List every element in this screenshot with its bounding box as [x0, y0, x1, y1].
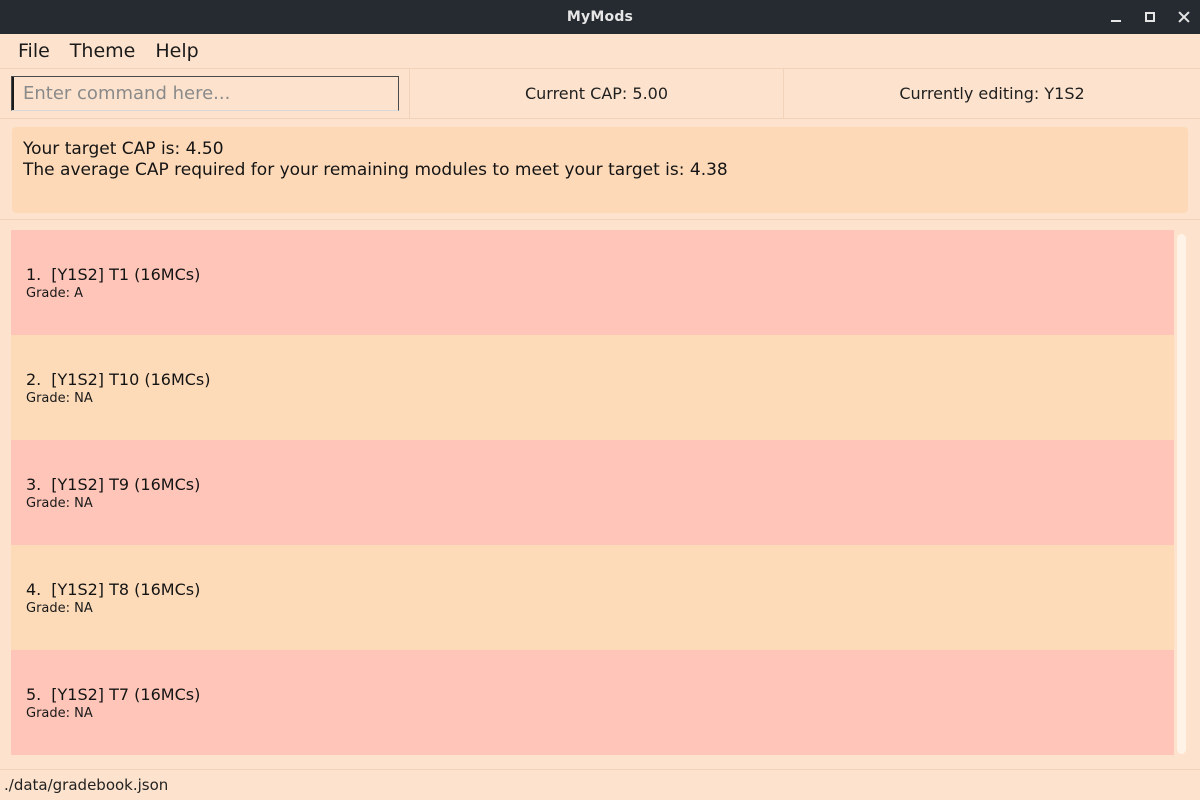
- module-list: 1. [Y1S2] T1 (16MCs) Grade: A 2. [Y1S2] …: [11, 230, 1174, 755]
- module-grade: Grade: NA: [26, 391, 93, 406]
- data-file-path: ./data/gradebook.json: [4, 776, 169, 794]
- module-index: 1.: [26, 265, 42, 284]
- maximize-icon[interactable]: [1142, 9, 1158, 25]
- module-card[interactable]: 1. [Y1S2] T1 (16MCs) Grade: A: [11, 230, 1174, 335]
- module-grade: Grade: NA: [26, 496, 93, 511]
- target-panel: Your target CAP is: 4.50 The average CAP…: [12, 127, 1188, 213]
- current-cap-display: Current CAP: 5.00: [410, 69, 784, 118]
- command-box: [0, 69, 410, 118]
- menu-file[interactable]: File: [8, 40, 60, 62]
- module-grade: Grade: NA: [26, 706, 93, 721]
- module-list-panel: 1. [Y1S2] T1 (16MCs) Grade: A 2. [Y1S2] …: [11, 230, 1190, 760]
- module-title: [Y1S2] T7 (16MCs): [51, 685, 201, 704]
- module-grade: Grade: A: [26, 286, 84, 301]
- required-cap-text: The average CAP required for your remain…: [23, 160, 728, 180]
- module-title: [Y1S2] T10 (16MCs): [51, 370, 211, 389]
- window-controls: [1108, 0, 1192, 34]
- target-section: Your target CAP is: 4.50 The average CAP…: [0, 119, 1200, 220]
- module-title: [Y1S2] T1 (16MCs): [51, 265, 201, 284]
- module-grade: Grade: NA: [26, 601, 93, 616]
- module-title: [Y1S2] T8 (16MCs): [51, 580, 201, 599]
- target-cap-text: Your target CAP is: 4.50: [23, 139, 224, 159]
- menu-theme[interactable]: Theme: [60, 40, 146, 62]
- module-card[interactable]: 3. [Y1S2] T9 (16MCs) Grade: NA: [11, 440, 1174, 545]
- module-index: 5.: [26, 685, 42, 704]
- title-bar: MyMods: [0, 0, 1200, 34]
- module-card[interactable]: 2. [Y1S2] T10 (16MCs) Grade: NA: [11, 335, 1174, 440]
- module-card[interactable]: 4. [Y1S2] T8 (16MCs) Grade: NA: [11, 545, 1174, 650]
- window-title: MyMods: [566, 9, 634, 25]
- command-row: Current CAP: 5.00 Currently editing: Y1S…: [0, 68, 1200, 119]
- status-bar: ./data/gradebook.json: [0, 769, 1200, 800]
- module-index: 3.: [26, 475, 42, 494]
- module-card[interactable]: 5. [Y1S2] T7 (16MCs) Grade: NA: [11, 650, 1174, 755]
- command-input[interactable]: [11, 76, 399, 111]
- menu-help[interactable]: Help: [145, 40, 208, 62]
- vertical-scrollbar[interactable]: [1177, 234, 1186, 754]
- menu-bar: File Theme Help: [0, 34, 1200, 68]
- currently-editing-display: Currently editing: Y1S2: [899, 84, 1085, 103]
- close-icon[interactable]: [1176, 9, 1192, 25]
- module-index: 4.: [26, 580, 42, 599]
- module-index: 2.: [26, 370, 42, 389]
- minimize-icon[interactable]: [1108, 9, 1124, 25]
- module-title: [Y1S2] T9 (16MCs): [51, 475, 201, 494]
